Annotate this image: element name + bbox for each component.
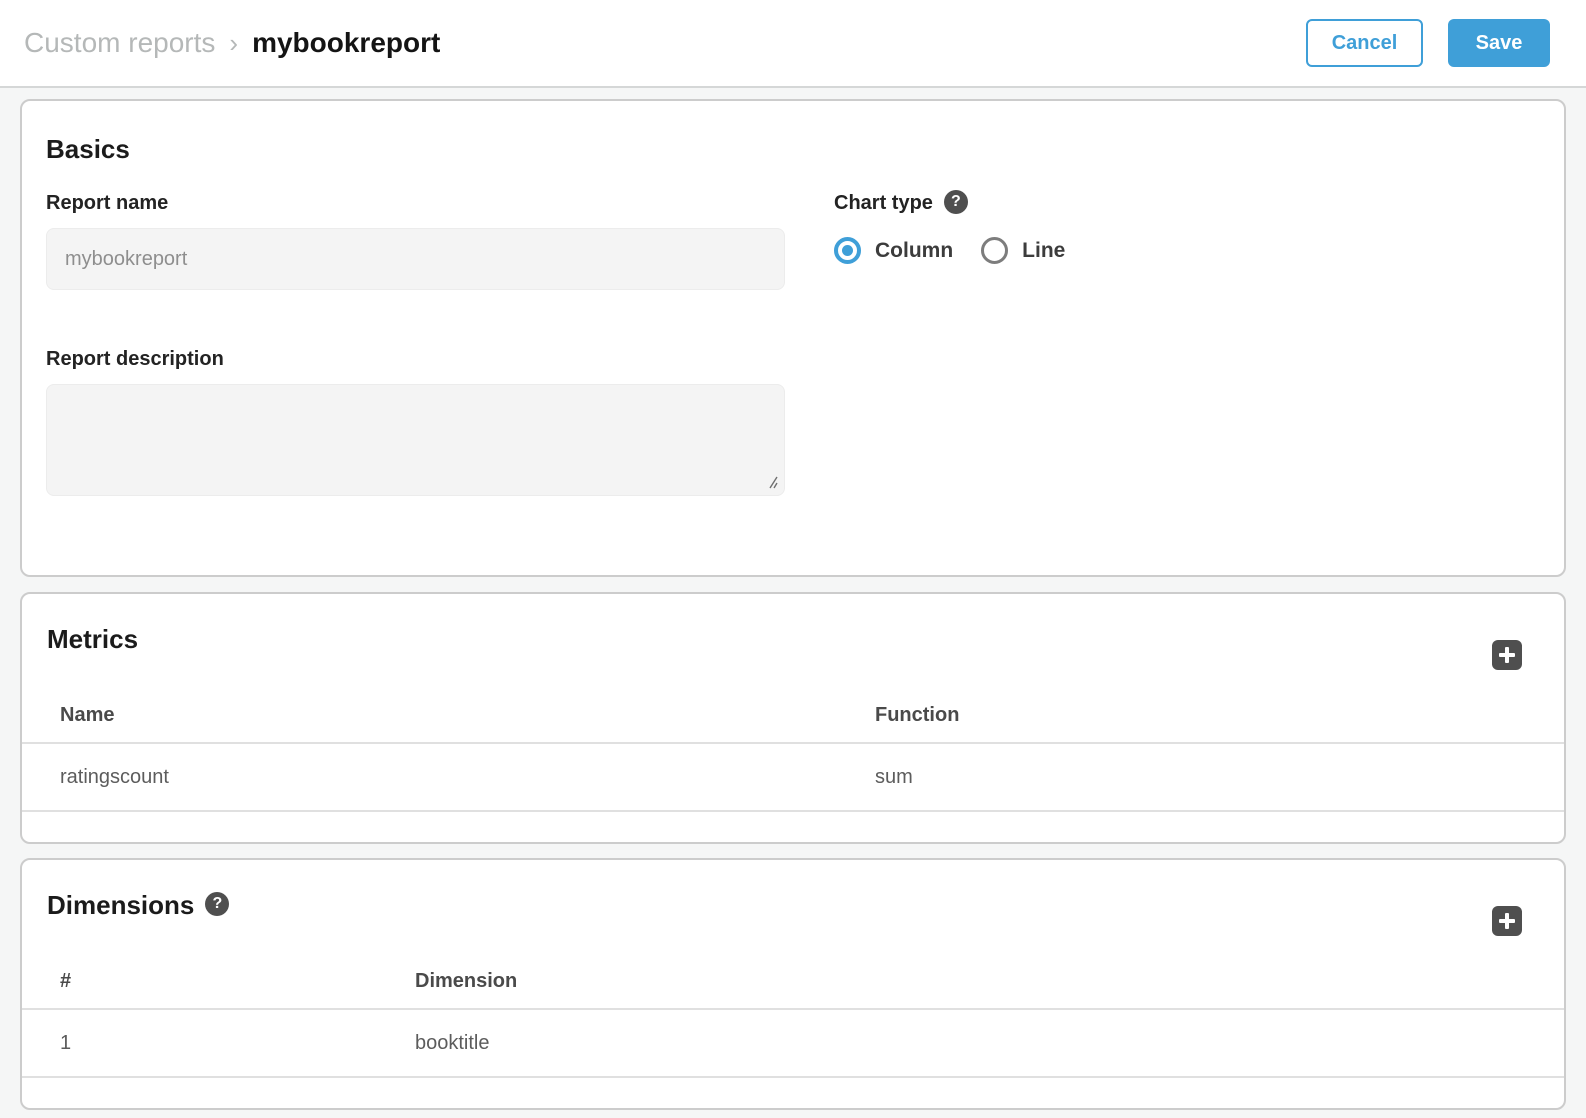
- metrics-card: Metrics Name Function ratingscount sum: [20, 592, 1566, 844]
- radio-dot: [842, 245, 853, 256]
- dimensions-title-row: Dimensions ?: [22, 890, 1564, 920]
- breadcrumb: Custom reports › mybookreport: [24, 27, 440, 59]
- metrics-section-title: Metrics: [47, 624, 138, 654]
- chevron-right-icon: ›: [229, 28, 238, 59]
- dimensions-table-header: # Dimension: [22, 954, 1564, 1010]
- report-description-label: Report description: [46, 347, 785, 371]
- chart-type-option-line[interactable]: Line: [981, 237, 1065, 264]
- resize-handle-icon[interactable]: [765, 476, 778, 489]
- plus-icon: [1492, 640, 1522, 670]
- dimensions-table-row[interactable]: 1 booktitle: [22, 1010, 1564, 1078]
- topbar-actions: Cancel Save: [1306, 19, 1550, 67]
- chart-type-label: Chart type: [834, 191, 933, 215]
- metrics-title-row: Metrics: [22, 624, 1564, 654]
- dimensions-table: # Dimension 1 booktitle: [22, 954, 1564, 1108]
- radio-unselected-icon: [981, 237, 1008, 264]
- save-button[interactable]: Save: [1448, 19, 1550, 67]
- dimensions-help-icon[interactable]: ?: [205, 892, 229, 916]
- dimension-name-cell: booktitle: [415, 1032, 490, 1055]
- main-content: Basics Report name Report description: [0, 88, 1586, 1110]
- report-description-wrap: [46, 384, 785, 496]
- chart-type-option-line-label: Line: [1022, 239, 1065, 263]
- basics-grid: Report name Report description Chart typ…: [46, 191, 1540, 496]
- metrics-table-row[interactable]: ratingscount sum: [22, 744, 1564, 812]
- chart-type-help-icon[interactable]: ?: [944, 190, 968, 214]
- basics-left-column: Report name Report description: [46, 191, 785, 496]
- report-name-label: Report name: [46, 191, 785, 215]
- add-metric-button[interactable]: [1492, 640, 1522, 670]
- chart-type-option-column[interactable]: Column: [834, 237, 953, 264]
- metric-name-cell: ratingscount: [60, 766, 875, 789]
- metrics-column-header-name: Name: [60, 704, 875, 727]
- basics-card: Basics Report name Report description: [20, 99, 1566, 577]
- page-title: mybookreport: [252, 27, 440, 59]
- radio-selected-icon: [834, 237, 861, 264]
- plus-icon: [1492, 906, 1522, 936]
- report-description-textarea[interactable]: [46, 384, 785, 496]
- chart-type-option-column-label: Column: [875, 239, 953, 263]
- dimensions-column-header-index: #: [60, 970, 415, 993]
- cancel-button[interactable]: Cancel: [1306, 19, 1423, 67]
- report-name-input[interactable]: [46, 228, 785, 290]
- metrics-table-header: Name Function: [22, 688, 1564, 744]
- add-dimension-button[interactable]: [1492, 906, 1522, 936]
- chart-type-radio-group: Column Line: [834, 237, 1540, 264]
- dimension-index-cell: 1: [60, 1032, 415, 1055]
- chart-type-label-row: Chart type ?: [834, 191, 1540, 215]
- basics-section-title: Basics: [46, 134, 1540, 164]
- dimensions-table-footer: [22, 1078, 1564, 1108]
- dimensions-card: Dimensions ? # Dimension 1 booktitle: [20, 858, 1566, 1110]
- metrics-table: Name Function ratingscount sum: [22, 688, 1564, 842]
- dimensions-section-title: Dimensions: [47, 890, 194, 920]
- top-bar: Custom reports › mybookreport Cancel Sav…: [0, 0, 1586, 88]
- metrics-table-footer: [22, 812, 1564, 842]
- breadcrumb-parent-link[interactable]: Custom reports: [24, 27, 215, 59]
- metric-function-cell: sum: [875, 766, 913, 789]
- metrics-column-header-function: Function: [875, 704, 959, 727]
- dimensions-column-header-dimension: Dimension: [415, 970, 517, 993]
- chart-type-column: Chart type ? Column Line: [834, 191, 1540, 496]
